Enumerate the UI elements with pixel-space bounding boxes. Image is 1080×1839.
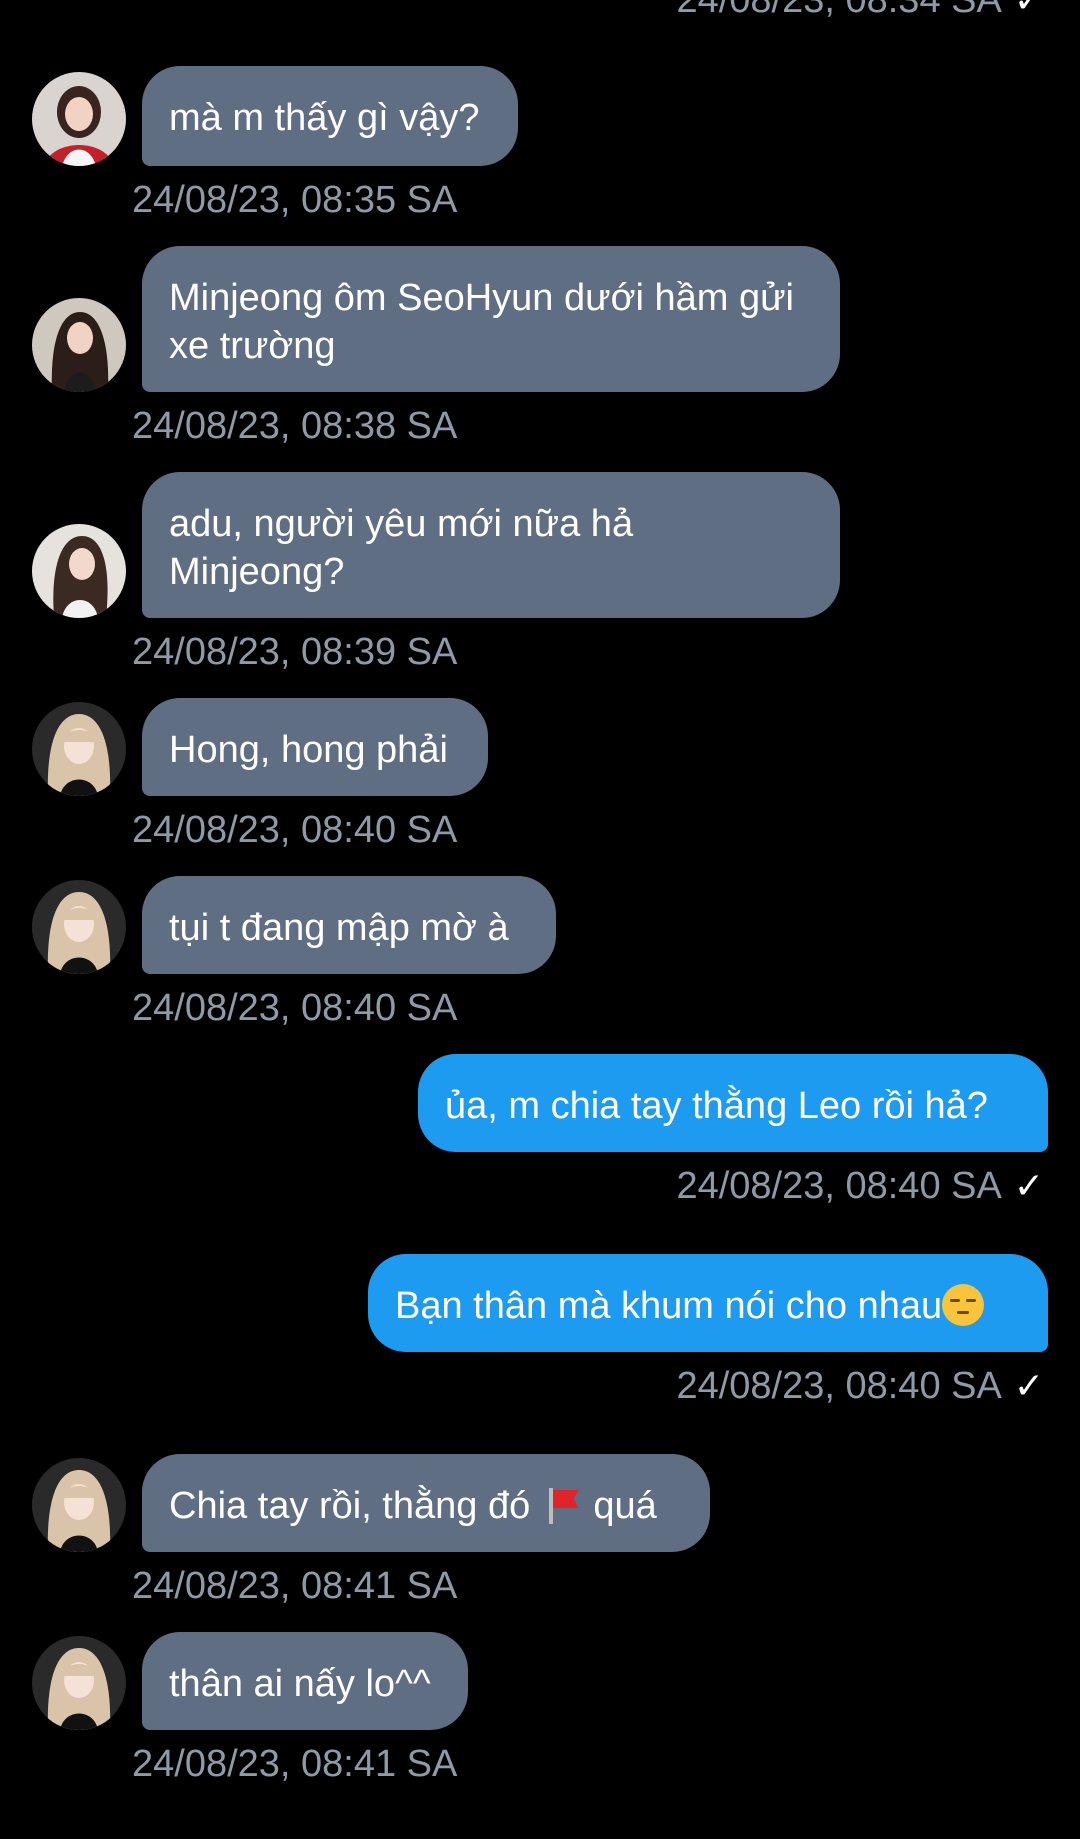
message-text: Chia tay rồi, thằng đó bbox=[169, 1485, 531, 1527]
message-text: Minjeong ôm SeoHyun dưới hầm gửi xe trườ… bbox=[169, 277, 794, 367]
message-text: Bạn thân mà khum nói cho nhau bbox=[395, 1285, 943, 1327]
timestamp-text: 24/08/23, 08:39 SA bbox=[132, 631, 458, 673]
message-timestamp: 24/08/23, 08:38 SA bbox=[132, 404, 457, 448]
message-text: Hong, hong phải bbox=[169, 729, 448, 771]
timestamp-text: 24/08/23, 08:40 SA bbox=[676, 1165, 1002, 1207]
message-timestamp: 24/08/23, 08:40 SA ✓ bbox=[676, 1364, 1044, 1408]
message-bubble-incoming[interactable]: Hong, hong phải bbox=[142, 698, 488, 796]
message-text: tụi t đang mập mờ à bbox=[169, 907, 509, 949]
sender-avatar[interactable] bbox=[32, 880, 126, 974]
message-timestamp: 24/08/23, 08:35 SA bbox=[132, 178, 457, 222]
sender-avatar[interactable] bbox=[32, 1458, 126, 1552]
timestamp-text: 24/08/23, 08:40 SA bbox=[132, 987, 458, 1029]
timestamp-text: 24/08/23, 08:35 SA bbox=[132, 179, 458, 221]
message-text: ủa, m chia tay thằng Leo rồi hả? bbox=[445, 1085, 988, 1127]
message-timestamp: 24/08/23, 08:40 SA bbox=[132, 808, 457, 852]
message-timestamp: 24/08/23, 08:39 SA bbox=[132, 630, 457, 674]
message-timestamp: 24/08/23, 08:34 SA ✓ bbox=[676, 0, 1044, 22]
timestamp-text: 24/08/23, 08:41 SA bbox=[132, 1743, 458, 1785]
check-icon: ✓ bbox=[1013, 1165, 1044, 1206]
message-bubble-incoming[interactable]: Chia tay rồi, thằng đó quá bbox=[142, 1454, 710, 1552]
timestamp-text: 24/08/23, 08:41 SA bbox=[132, 1565, 458, 1607]
timestamp-text: 24/08/23, 08:38 SA bbox=[132, 405, 458, 447]
message-timestamp: 24/08/23, 08:40 SA ✓ bbox=[676, 1164, 1044, 1208]
pensive-face-emoji-icon bbox=[942, 1284, 985, 1326]
message-timestamp: 24/08/23, 08:40 SA bbox=[132, 986, 457, 1030]
message-text: thân ai nấy lo^^ bbox=[169, 1663, 431, 1705]
timestamp-text: 24/08/23, 08:40 SA bbox=[676, 1365, 1002, 1407]
chat-thread: 24/08/23, 08:34 SA ✓ mà m thấy gì vậy? 24… bbox=[0, 0, 1080, 1839]
sender-avatar[interactable] bbox=[32, 72, 126, 166]
message-bubble-outgoing[interactable]: ủa, m chia tay thằng Leo rồi hả? bbox=[418, 1054, 1048, 1152]
sender-avatar[interactable] bbox=[32, 1636, 126, 1730]
timestamp-text: 24/08/23, 08:40 SA bbox=[132, 809, 458, 851]
message-timestamp: 24/08/23, 08:41 SA bbox=[132, 1742, 457, 1786]
message-bubble-incoming[interactable]: adu, người yêu mới nữa hả Minjeong? bbox=[142, 472, 840, 618]
sender-avatar[interactable] bbox=[32, 298, 126, 392]
message-text: mà m thấy gì vậy? bbox=[169, 97, 480, 139]
check-icon: ✓ bbox=[1014, 0, 1044, 22]
timestamp-text: 24/08/23, 08:34 SA bbox=[676, 0, 1002, 21]
sender-avatar[interactable] bbox=[32, 524, 126, 618]
message-bubble-outgoing[interactable]: Bạn thân mà khum nói cho nhau bbox=[368, 1254, 1048, 1352]
message-timestamp: 24/08/23, 08:41 SA bbox=[132, 1564, 457, 1608]
message-text: quá bbox=[593, 1485, 657, 1527]
message-bubble-incoming[interactable]: Minjeong ôm SeoHyun dưới hầm gửi xe trườ… bbox=[142, 246, 840, 392]
red-flag-emoji-icon bbox=[545, 1488, 579, 1524]
message-bubble-incoming[interactable]: mà m thấy gì vậy? bbox=[142, 66, 518, 166]
sender-avatar[interactable] bbox=[32, 702, 126, 796]
message-bubble-incoming[interactable]: tụi t đang mập mờ à bbox=[142, 876, 556, 974]
message-text: adu, người yêu mới nữa hả Minjeong? bbox=[169, 503, 634, 593]
check-icon: ✓ bbox=[1013, 1365, 1044, 1406]
message-bubble-incoming[interactable]: thân ai nấy lo^^ bbox=[142, 1632, 468, 1730]
